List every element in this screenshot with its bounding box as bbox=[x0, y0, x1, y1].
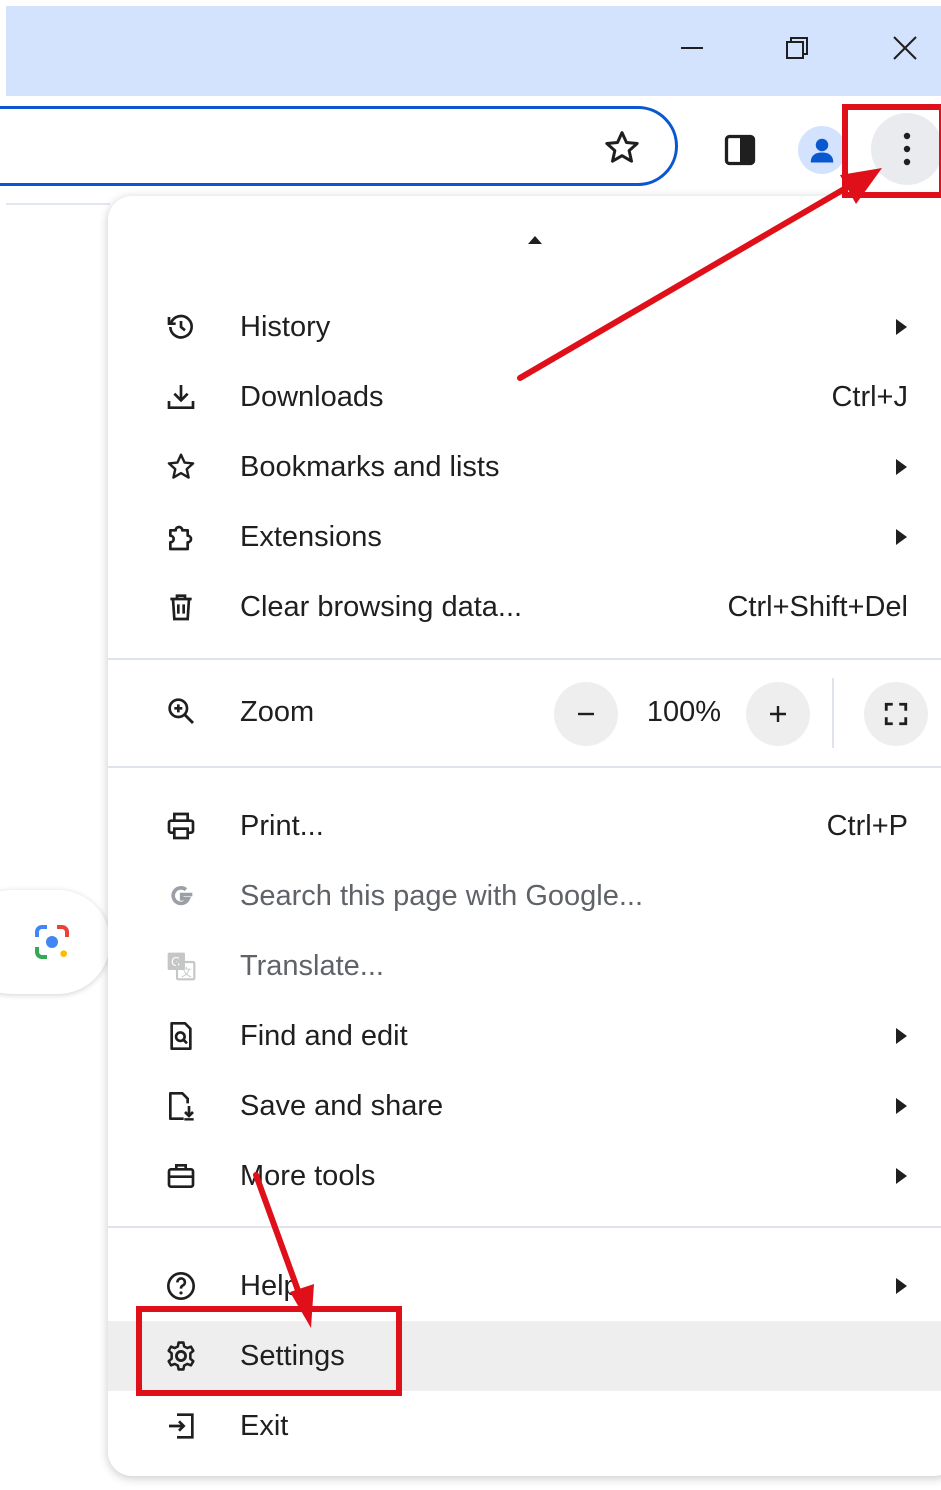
menu-divider bbox=[108, 766, 941, 768]
submenu-arrow-icon bbox=[896, 529, 907, 545]
find-page-icon bbox=[164, 1019, 198, 1053]
side-panel-button[interactable] bbox=[716, 126, 764, 174]
menu-item-more-tools[interactable]: More tools bbox=[108, 1141, 941, 1211]
minimize-icon bbox=[681, 47, 703, 49]
menu-item-label: Search this page with Google... bbox=[240, 880, 644, 912]
menu-item-extensions[interactable]: Extensions bbox=[108, 502, 941, 572]
minimize-button[interactable] bbox=[664, 20, 720, 76]
submenu-arrow-icon bbox=[896, 1098, 907, 1114]
shortcut-text: Ctrl+P bbox=[826, 810, 908, 842]
help-icon bbox=[164, 1269, 198, 1303]
exit-icon bbox=[164, 1409, 198, 1443]
toolbar-divider bbox=[6, 203, 110, 205]
menu-item-translate[interactable]: G文 Translate... bbox=[108, 931, 941, 1001]
menu-item-label: History bbox=[240, 311, 331, 343]
fullscreen-button[interactable] bbox=[864, 682, 928, 746]
submenu-arrow-icon bbox=[896, 459, 907, 475]
menu-item-search-with-google[interactable]: Search this page with Google... bbox=[108, 861, 941, 931]
menu-item-label: Downloads bbox=[240, 381, 384, 413]
minus-icon bbox=[578, 712, 594, 716]
bookmark-page-button[interactable] bbox=[598, 124, 646, 172]
star-icon bbox=[164, 450, 198, 484]
menu-item-label: Help bbox=[240, 1270, 300, 1302]
zoom-icon bbox=[164, 694, 198, 728]
menu-item-label: More tools bbox=[240, 1160, 376, 1192]
profile-button[interactable] bbox=[798, 126, 846, 174]
shortcut-text: Ctrl+J bbox=[831, 381, 908, 413]
translate-icon: G文 bbox=[164, 949, 198, 983]
menu-item-print[interactable]: Print... Ctrl+P bbox=[108, 791, 941, 861]
history-icon bbox=[164, 310, 198, 344]
menu-item-clear-browsing-data[interactable]: Clear browsing data... Ctrl+Shift+Del bbox=[108, 572, 941, 642]
vertical-dots-icon bbox=[903, 132, 911, 166]
menu-item-label: Clear browsing data... bbox=[240, 591, 523, 623]
menu-item-downloads[interactable]: Downloads Ctrl+J bbox=[108, 362, 941, 432]
close-icon bbox=[893, 36, 917, 60]
restore-button[interactable] bbox=[769, 20, 825, 76]
menu-item-bookmarks[interactable]: Bookmarks and lists bbox=[108, 432, 941, 502]
puzzle-icon bbox=[164, 520, 198, 554]
restore-icon bbox=[786, 37, 808, 59]
menu-item-help[interactable]: Help bbox=[108, 1251, 941, 1321]
svg-text:文: 文 bbox=[181, 966, 192, 979]
menu-item-label: Settings bbox=[240, 1340, 345, 1372]
menu-item-label: Bookmarks and lists bbox=[240, 451, 500, 483]
zoom-row: Zoom bbox=[108, 658, 941, 766]
submenu-arrow-icon bbox=[896, 1028, 907, 1044]
close-window-button[interactable] bbox=[877, 20, 933, 76]
menu-item-label: Find and edit bbox=[240, 1020, 408, 1052]
menu-item-history[interactable]: History bbox=[108, 292, 941, 362]
profile-avatar-icon bbox=[810, 138, 834, 163]
menu-item-label: Save and share bbox=[240, 1090, 444, 1122]
menu-item-label: Exit bbox=[240, 1410, 289, 1442]
google-lens-icon bbox=[35, 925, 69, 959]
google-lens-pill[interactable] bbox=[0, 890, 110, 994]
caret-up-icon bbox=[528, 236, 542, 244]
menu-item-label: Translate... bbox=[240, 950, 384, 982]
side-panel-icon bbox=[724, 134, 756, 166]
zoom-out-button[interactable] bbox=[554, 682, 618, 746]
google-g-icon bbox=[164, 879, 198, 913]
menu-item-find-and-edit[interactable]: Find and edit bbox=[108, 1001, 941, 1071]
address-bar[interactable] bbox=[0, 106, 678, 186]
submenu-arrow-icon bbox=[896, 319, 907, 335]
zoom-separator bbox=[832, 678, 834, 748]
menu-item-label: Print... bbox=[240, 810, 324, 842]
zoom-label: Zoom bbox=[240, 696, 315, 728]
zoom-level: 100% bbox=[646, 696, 722, 728]
menu-item-save-and-share[interactable]: Save and share bbox=[108, 1071, 941, 1141]
menu-item-settings[interactable]: Settings bbox=[108, 1321, 941, 1391]
fullscreen-icon bbox=[884, 702, 908, 726]
trash-icon bbox=[164, 590, 198, 624]
plus-icon bbox=[770, 706, 786, 722]
chrome-menu-button[interactable] bbox=[871, 113, 941, 185]
menu-item-exit[interactable]: Exit bbox=[108, 1391, 941, 1461]
submenu-arrow-icon bbox=[896, 1278, 907, 1294]
save-share-icon bbox=[164, 1089, 198, 1123]
gear-icon bbox=[164, 1339, 198, 1373]
toolbox-icon bbox=[164, 1159, 198, 1193]
submenu-arrow-icon bbox=[896, 1168, 907, 1184]
download-icon bbox=[164, 380, 198, 414]
menu-divider bbox=[108, 1226, 941, 1228]
zoom-in-button[interactable] bbox=[746, 682, 810, 746]
shortcut-text: Ctrl+Shift+Del bbox=[727, 591, 908, 623]
star-outline-icon bbox=[605, 131, 639, 163]
printer-icon bbox=[164, 809, 198, 843]
chrome-main-menu: History Downloads Ctrl+J Bookmarks and l… bbox=[108, 196, 941, 1476]
menu-item-label: Extensions bbox=[240, 521, 382, 553]
